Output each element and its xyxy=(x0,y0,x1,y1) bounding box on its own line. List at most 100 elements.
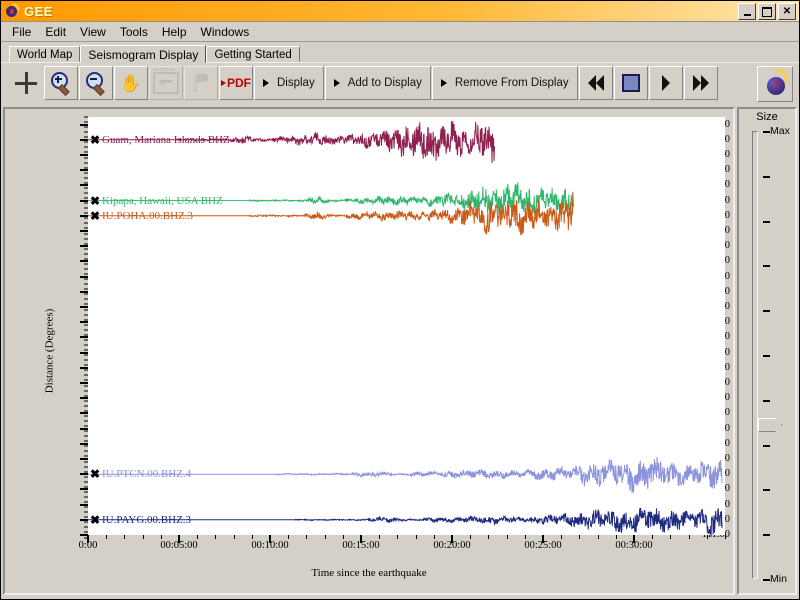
size-max-label: Max xyxy=(770,125,790,137)
bomb-icon xyxy=(5,3,21,18)
menu-view[interactable]: View xyxy=(73,23,113,41)
x-tick-minor xyxy=(197,535,199,539)
x-tick-minor xyxy=(342,535,344,539)
size-panel-title: Size xyxy=(756,111,778,123)
station-marker[interactable]: ✖ xyxy=(90,195,100,207)
export-pdf-button[interactable]: PDF xyxy=(219,66,253,100)
zoom-in-tool-button[interactable] xyxy=(44,66,78,100)
tab-seismogram-display[interactable]: Seismogram Display xyxy=(80,45,207,63)
y-tick-mark xyxy=(80,260,88,263)
size-tick-mark xyxy=(763,220,770,223)
x-axis-label: Time since the earthquake xyxy=(311,567,427,579)
x-tick-minor xyxy=(579,535,581,539)
x-tick-minor xyxy=(288,535,290,539)
gee-application-window: GEE ✕ File Edit View Tools Help Windows … xyxy=(0,0,800,600)
x-tick-minor xyxy=(543,535,544,539)
stop-button[interactable] xyxy=(613,66,648,100)
fast-forward-icon xyxy=(692,75,709,91)
flag-tool-button xyxy=(184,66,218,100)
gee-logo-button[interactable]: ? xyxy=(757,66,793,102)
y-tick-mark xyxy=(80,382,88,384)
y-tick-mark xyxy=(80,473,88,476)
y-tick-mark xyxy=(80,214,88,217)
y-tick-mark xyxy=(80,427,88,430)
minimize-button[interactable] xyxy=(738,3,756,20)
rewind-icon xyxy=(587,75,604,91)
x-tick-minor xyxy=(506,535,508,539)
size-tick-mark xyxy=(763,489,770,492)
station-marker[interactable]: ✖ xyxy=(90,134,100,146)
station-label[interactable]: Kipapa, Hawaii, USA BHZ xyxy=(102,195,223,207)
add-to-display-button[interactable]: Add to Display xyxy=(324,66,431,100)
station-marker[interactable]: ✖ xyxy=(90,468,100,480)
triangle-right-icon xyxy=(440,79,447,87)
remove-from-display-label: Remove From Display xyxy=(454,77,569,89)
x-tick-minor xyxy=(561,535,563,539)
station-label[interactable]: IU.PAYG.00.BHZ.3 xyxy=(102,514,191,526)
pan-tool-button[interactable]: ✋ xyxy=(114,66,148,100)
x-tick-minor xyxy=(706,535,708,539)
y-tick-mark xyxy=(80,123,88,126)
y-axis-label: Distance (Degrees) xyxy=(43,308,56,394)
y-tick-mark xyxy=(80,321,88,324)
menu-windows[interactable]: Windows xyxy=(194,23,257,41)
y-tick-mark xyxy=(80,245,88,248)
x-tick-minor xyxy=(251,535,253,539)
size-slider-track[interactable] xyxy=(752,131,782,579)
display-menu-label: Display xyxy=(277,77,315,89)
x-tick-minor xyxy=(397,535,399,539)
menu-bar: File Edit View Tools Help Windows xyxy=(1,22,799,42)
menu-edit[interactable]: Edit xyxy=(38,23,73,41)
y-tick-mark xyxy=(80,230,88,232)
play-button[interactable] xyxy=(648,66,683,100)
remove-from-display-button[interactable]: Remove From Display xyxy=(431,66,578,100)
size-tick-mark xyxy=(763,355,770,357)
x-tick-minor xyxy=(652,535,654,539)
station-label[interactable]: Guam, Mariana Islands BHZ xyxy=(102,134,230,146)
menu-help[interactable]: Help xyxy=(155,23,194,41)
size-slider-thumb[interactable] xyxy=(758,417,782,432)
crosshair-icon xyxy=(15,72,37,94)
x-tick-minor xyxy=(615,535,617,539)
menu-tools[interactable]: Tools xyxy=(113,23,155,41)
x-tick-minor xyxy=(270,535,271,539)
y-tick-mark xyxy=(80,458,88,460)
tab-bar: World Map Seismogram Display Getting Sta… xyxy=(1,42,799,63)
y-tick-mark xyxy=(80,169,88,172)
content-area: Distance (Degrees) 30.0033.0036.0039.004… xyxy=(3,107,797,595)
x-tick-minor xyxy=(688,535,690,539)
x-tick-minor xyxy=(379,535,381,539)
size-tick-mark xyxy=(763,310,770,313)
seismogram-chart-panel[interactable]: Distance (Degrees) 30.0033.0036.0039.004… xyxy=(3,107,735,595)
menu-file[interactable]: File xyxy=(5,23,38,41)
x-tick-minor xyxy=(597,535,599,539)
display-menu-button[interactable]: Display xyxy=(254,66,324,100)
x-tick-minor xyxy=(233,535,235,539)
station-marker[interactable]: ✖ xyxy=(90,514,100,526)
trace-iu-ptcn-00-bhz-4 xyxy=(275,456,723,494)
tab-getting-started[interactable]: Getting Started xyxy=(206,46,300,62)
crosshair-tool-button[interactable] xyxy=(9,66,43,100)
hand-icon: ✋ xyxy=(120,73,142,93)
x-tick-minor xyxy=(361,535,362,539)
maximize-button[interactable] xyxy=(758,3,776,20)
x-tick-minor xyxy=(470,535,472,539)
y-tick-mark xyxy=(80,138,88,141)
size-tick-mark xyxy=(763,131,770,133)
window-controls: ✕ xyxy=(738,3,796,20)
size-tick-mark xyxy=(763,579,770,581)
y-tick-mark xyxy=(80,336,88,339)
x-tick-minor xyxy=(142,535,144,539)
x-tick-minor xyxy=(452,535,453,539)
fast-forward-button[interactable] xyxy=(683,66,718,100)
zoom-out-tool-button[interactable] xyxy=(79,66,113,100)
y-tick-mark xyxy=(80,503,88,506)
close-button[interactable]: ✕ xyxy=(778,3,796,20)
station-label[interactable]: IU.POHA.00.BHZ.3 xyxy=(102,210,193,222)
station-label[interactable]: IU.PTCN.00.BHZ.4 xyxy=(102,468,191,480)
x-tick-minor xyxy=(415,535,417,539)
station-marker[interactable]: ✖ xyxy=(90,210,100,222)
back-tool-button xyxy=(149,66,183,100)
tab-world-map[interactable]: World Map xyxy=(9,46,81,62)
rewind-button[interactable] xyxy=(578,66,613,100)
